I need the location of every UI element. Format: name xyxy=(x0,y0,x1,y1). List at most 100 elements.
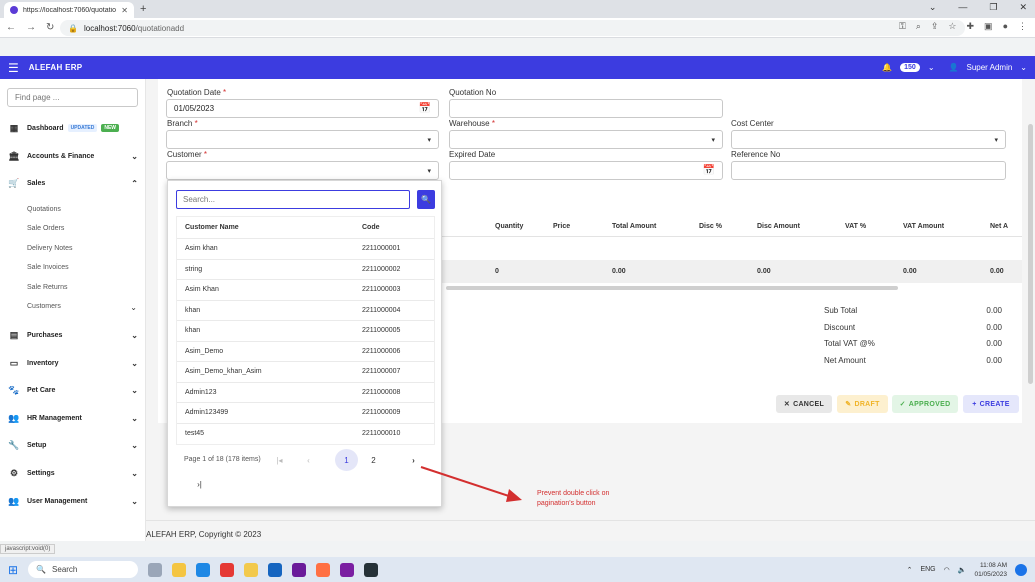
sidebar-item-dashboard[interactable]: ▦ Dashboard UPDATED NEW xyxy=(8,120,138,136)
sidebar-item-hr[interactable]: 👥 HR Management ⌄ xyxy=(8,410,138,426)
sidebar-item-settings[interactable]: ⚙ Settings ⌄ xyxy=(8,465,138,481)
reload-icon[interactable]: ↻ xyxy=(46,22,54,33)
table-row[interactable]: khan 2211000005 xyxy=(177,321,434,342)
user-name[interactable]: Super Admin xyxy=(966,63,1012,72)
chevron-down-icon[interactable]: ⌄ xyxy=(1020,63,1027,72)
key-icon[interactable]: ⚿ xyxy=(899,21,906,32)
table-row[interactable]: string 2211000002 xyxy=(177,260,434,280)
find-page-input[interactable] xyxy=(7,88,138,107)
table-row[interactable]: Asim khan 2211000001 xyxy=(177,239,434,260)
create-button[interactable]: + CREATE xyxy=(963,395,1019,413)
slack-icon[interactable] xyxy=(292,562,307,577)
subtotal-value: 0.00 xyxy=(986,306,1002,315)
table-row[interactable]: Admin123499 2211000009 xyxy=(177,403,434,424)
sidebar-item-user-management[interactable]: 👥 User Management ⌄ xyxy=(8,493,138,509)
table-row[interactable]: Admin123 2211000008 xyxy=(177,383,434,403)
first-page-button[interactable]: |◂ xyxy=(268,449,291,471)
sidebar-item-inventory[interactable]: ▭ Inventory ⌄ xyxy=(8,355,138,371)
cost-center-label: Cost Center xyxy=(731,119,774,128)
cancel-button[interactable]: ✕ CANCEL xyxy=(776,395,832,413)
close-window-icon[interactable]: ✕ xyxy=(1019,2,1027,13)
sidebar-sub-sale-invoices[interactable]: Sale Invoices xyxy=(27,264,137,271)
quotation-date-label: Quotation Date * xyxy=(167,88,227,97)
customer-select[interactable]: ▾ xyxy=(166,161,439,180)
vscode-icon[interactable] xyxy=(196,562,211,577)
restore-icon[interactable]: ❐ xyxy=(989,2,997,13)
next-page-button[interactable]: › xyxy=(402,449,425,471)
close-tab-icon[interactable]: ✕ xyxy=(121,6,128,15)
lang-indicator[interactable]: ENG xyxy=(920,566,935,573)
star-icon[interactable]: ☆ xyxy=(948,21,956,32)
paw-icon: 🐾 xyxy=(8,384,20,395)
sidebar-item-pet-care[interactable]: 🐾 Pet Care ⌄ xyxy=(8,382,138,398)
calendar-icon[interactable]: 📅 xyxy=(419,103,431,114)
speaker-icon[interactable]: 🔈 xyxy=(958,566,967,574)
sidebar-item-setup[interactable]: 🔧 Setup ⌄ xyxy=(8,437,138,453)
page-1-button[interactable]: 1 xyxy=(335,449,358,471)
table-row[interactable]: Asim_Demo 2211000006 xyxy=(177,342,434,362)
approved-button[interactable]: ✓ APPROVED xyxy=(892,395,958,413)
sidebar-sub-sale-orders[interactable]: Sale Orders xyxy=(27,225,137,232)
last-page-button[interactable]: ›| xyxy=(188,473,211,495)
clock[interactable]: 11:08 AM 01/05/2023 xyxy=(974,561,1007,579)
chrome-icon[interactable] xyxy=(220,562,235,577)
share-icon[interactable]: ⇪ xyxy=(931,21,939,32)
cell-disc-amount: 0.00 xyxy=(757,268,771,275)
cost-center-select[interactable]: ▾ xyxy=(731,130,1006,149)
hamburger-icon[interactable]: ☰ xyxy=(8,61,19,75)
chevron-up-icon[interactable]: ⌃ xyxy=(907,566,913,574)
quotation-date-field[interactable]: 01/05/2023 📅 xyxy=(166,99,439,118)
table-row[interactable]: test45 2211000010 xyxy=(177,424,434,445)
puzzle-icon[interactable]: ✚ xyxy=(967,21,975,32)
taskbar-search[interactable]: 🔍 Search xyxy=(28,561,139,578)
sidebar-item-accounts[interactable]: 🏛 Accounts & Finance ⌄ xyxy=(8,148,138,164)
table-row[interactable]: Asim_Demo_khan_Asim 2211000007 xyxy=(177,362,434,383)
table-row[interactable]: khan 2211000004 xyxy=(177,301,434,321)
sidebar-sub-quotations[interactable]: Quotations xyxy=(27,206,137,213)
expired-date-field[interactable]: 📅 xyxy=(449,161,723,180)
quotation-no-field[interactable] xyxy=(449,99,723,118)
sidebar-sub-sale-returns[interactable]: Sale Returns xyxy=(27,284,137,291)
sidebar-item-sales[interactable]: 🛒 Sales ⌃ xyxy=(8,175,138,191)
profile-icon[interactable]: ● xyxy=(1003,21,1008,32)
sidepanel-icon[interactable]: ▣ xyxy=(984,21,993,32)
zoom-icon[interactable]: ⌕ xyxy=(916,21,921,32)
visual-studio-icon[interactable] xyxy=(340,562,355,577)
taskview-icon[interactable] xyxy=(148,562,163,577)
notification-center-icon[interactable] xyxy=(1015,563,1027,576)
notification-badge[interactable]: 150 xyxy=(900,63,920,72)
minimize-icon[interactable]: — xyxy=(958,2,967,13)
sidebar-sub-customers[interactable]: Customers ⌄ xyxy=(27,303,137,312)
grid-scrollbar[interactable] xyxy=(446,286,898,290)
chevron-down-icon[interactable]: ⌄ xyxy=(928,63,935,72)
customer-search-input[interactable]: Search... xyxy=(176,190,410,209)
chevron-down-icon[interactable]: ⌄ xyxy=(929,2,937,13)
calendar-icon[interactable]: 📅 xyxy=(703,165,715,176)
table-row[interactable]: Asim Khan 2211000003 xyxy=(177,280,434,301)
back-icon[interactable]: ← xyxy=(6,22,16,33)
prev-page-button[interactable]: ‹ xyxy=(297,449,320,471)
bell-icon[interactable]: 🔔 xyxy=(882,63,892,72)
page-2-button[interactable]: 2 xyxy=(362,449,385,471)
folder-icon[interactable] xyxy=(172,562,187,577)
mail-icon[interactable] xyxy=(268,562,283,577)
menu-dots-icon[interactable]: ⋮ xyxy=(1018,21,1027,32)
app-icon[interactable] xyxy=(244,562,259,577)
windows-icon[interactable]: ⊞ xyxy=(8,563,18,577)
sidebar-sub-delivery-notes[interactable]: Delivery Notes xyxy=(27,245,137,252)
draft-button[interactable]: ✎ DRAFT xyxy=(837,395,888,413)
reference-no-field[interactable] xyxy=(731,161,1006,180)
warehouse-select[interactable]: ▾ xyxy=(449,130,723,149)
branch-select[interactable]: ▾ xyxy=(166,130,439,149)
page-scrollbar[interactable] xyxy=(1028,124,1033,384)
forward-icon[interactable]: → xyxy=(26,22,36,33)
firefox-icon[interactable] xyxy=(316,562,331,577)
terminal-icon[interactable] xyxy=(364,562,379,577)
sidebar-item-purchases[interactable]: ▤ Purchases ⌄ xyxy=(8,327,138,343)
search-button[interactable]: 🔍 xyxy=(417,190,435,209)
url-field[interactable]: 🔒 localhost:7060/quotationadd xyxy=(60,20,965,36)
wifi-icon[interactable]: ◠ xyxy=(944,566,950,574)
new-tab-icon[interactable]: + xyxy=(140,3,146,15)
grid-row[interactable]: 0 0.00 0.00 0.00 0.00 xyxy=(438,260,1022,283)
browser-tab[interactable]: https://localhost:7060/quotation ✕ xyxy=(4,2,134,18)
